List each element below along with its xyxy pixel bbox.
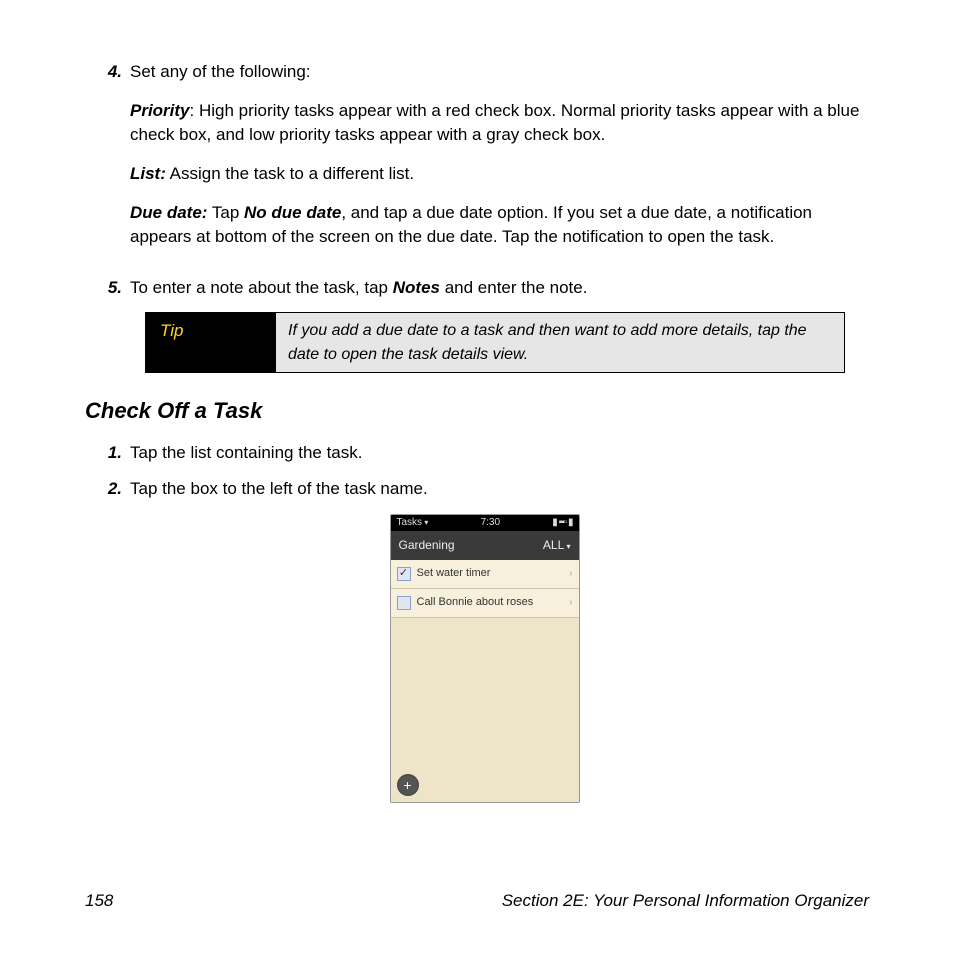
- no-due-date-em: No due date: [244, 203, 341, 222]
- check-step-1: 1. Tap the list containing the task.: [100, 441, 869, 466]
- check-step-2: 2. Tap the box to the left of the task n…: [100, 477, 869, 502]
- step-text: Tap the list containing the task.: [130, 441, 869, 466]
- empty-area: [391, 618, 579, 768]
- step-4: 4. Set any of the following: Priority: H…: [100, 60, 869, 264]
- due-text-a: Tap: [207, 203, 244, 222]
- check-steps-block: 1. Tap the list containing the task. 2. …: [100, 441, 869, 804]
- chevron-right-icon[interactable]: ›: [569, 596, 572, 611]
- page-footer: 158 Section 2E: Your Personal Informatio…: [85, 889, 869, 914]
- step-intro: Set any of the following:: [130, 60, 869, 85]
- phone-screenshot: Tasks 7:30 ▮ ▪▪▫ ▮ Gardening ALL ✓ Set w…: [390, 514, 580, 803]
- screenshot-footer: +: [391, 768, 579, 802]
- step-number: 2.: [100, 477, 130, 502]
- filter-dropdown[interactable]: ALL: [543, 537, 571, 554]
- page-number: 158: [85, 889, 113, 914]
- signal-icon: ▮ ▪▪▫ ▮: [552, 516, 572, 531]
- step5-text-b: and enter the note.: [440, 278, 587, 297]
- list-title: Gardening: [399, 537, 455, 554]
- add-task-button[interactable]: +: [397, 774, 419, 796]
- step-number: 1.: [100, 441, 130, 466]
- priority-text: : High priority tasks appear with a red …: [130, 101, 859, 145]
- checkbox-icon[interactable]: [397, 596, 411, 610]
- chevron-right-icon[interactable]: ›: [569, 567, 572, 582]
- task-row[interactable]: ✓ Set water timer ›: [391, 560, 579, 589]
- priority-label: Priority: [130, 101, 190, 120]
- task-row[interactable]: Call Bonnie about roses ›: [391, 589, 579, 618]
- step-number: 5.: [100, 276, 130, 301]
- tip-text: If you add a due date to a task and then…: [276, 313, 844, 371]
- document-page: 4. Set any of the following: Priority: H…: [0, 0, 954, 954]
- due-date-line: Due date: Tap No due date, and tap a due…: [130, 201, 869, 250]
- section-heading: Check Off a Task: [85, 395, 869, 427]
- list-text: Assign the task to a different list.: [166, 164, 414, 183]
- list-label: List:: [130, 164, 166, 183]
- task-label: Call Bonnie about roses: [417, 595, 534, 611]
- step5-text-a: To enter a note about the task, tap: [130, 278, 393, 297]
- task-label: Set water timer: [417, 566, 491, 582]
- step-body: To enter a note about the task, tap Note…: [130, 276, 869, 301]
- status-time: 7:30: [481, 516, 500, 531]
- priority-line: Priority: High priority tasks appear wit…: [130, 99, 869, 148]
- list-header: Gardening ALL: [391, 531, 579, 560]
- checkbox-icon[interactable]: ✓: [397, 567, 411, 581]
- status-bar: Tasks 7:30 ▮ ▪▪▫ ▮: [391, 515, 579, 531]
- step-text: Tap the box to the left of the task name…: [130, 477, 869, 502]
- section-label: Section 2E: Your Personal Information Or…: [502, 889, 869, 914]
- step-number: 4.: [100, 60, 130, 264]
- app-menu[interactable]: Tasks: [397, 516, 429, 531]
- step-body: Set any of the following: Priority: High…: [130, 60, 869, 264]
- tip-box: Tip If you add a due date to a task and …: [145, 312, 845, 372]
- list-line: List: Assign the task to a different lis…: [130, 162, 869, 187]
- content-block: 4. Set any of the following: Priority: H…: [100, 60, 869, 373]
- notes-em: Notes: [393, 278, 440, 297]
- tip-label: Tip: [146, 313, 276, 371]
- step-5: 5. To enter a note about the task, tap N…: [100, 276, 869, 301]
- due-date-label: Due date:: [130, 203, 207, 222]
